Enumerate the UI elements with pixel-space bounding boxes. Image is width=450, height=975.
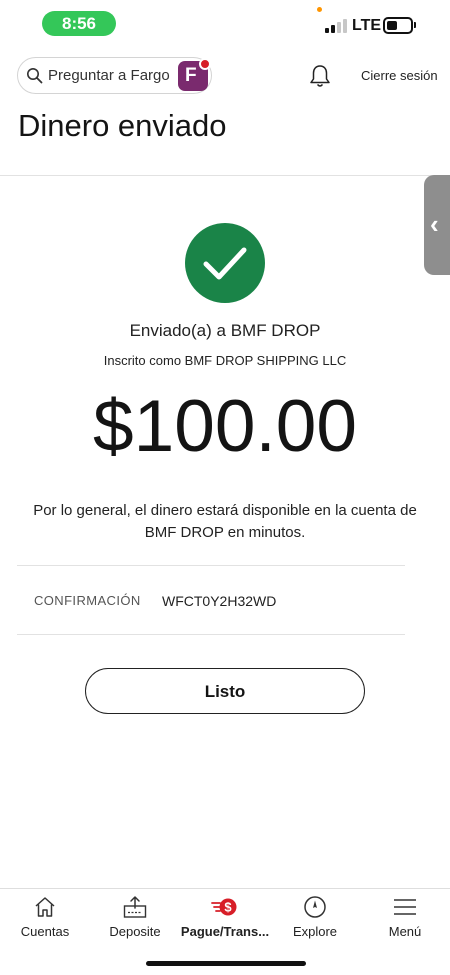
hamburger-menu-icon [394, 899, 416, 915]
chevron-left-icon: ‹ [430, 209, 439, 239]
status-time: 8:56 [42, 11, 116, 36]
deposit-icon [123, 896, 147, 918]
side-drawer-handle[interactable]: ‹ [424, 175, 450, 275]
success-check-icon [185, 223, 265, 303]
tab-menu[interactable]: Menú [360, 889, 450, 951]
fargo-assistant-icon[interactable]: F [178, 58, 211, 91]
status-bar: 8:56 LTE [0, 0, 450, 46]
home-icon [35, 897, 55, 917]
done-button[interactable]: Listo [85, 668, 365, 714]
cellular-signal-icon [325, 19, 347, 33]
page-title: Dinero enviado [18, 108, 227, 143]
enrolled-name-line: Inscrito como BMF DROP SHIPPING LLC [103, 353, 347, 368]
home-indicator[interactable] [146, 961, 306, 966]
battery-icon [383, 17, 413, 34]
confirmation-number: WFCT0Y2H32WD [162, 593, 277, 609]
privacy-indicator-dot [317, 7, 322, 12]
recipient-line: Enviado(a) a BMF DROP [129, 321, 321, 340]
network-type: LTE [352, 17, 382, 34]
divider [17, 565, 405, 566]
tab-label: Cuentas [20, 924, 70, 939]
notification-dot [199, 58, 211, 70]
tab-explore[interactable]: Explore [270, 889, 360, 951]
search-icon [27, 68, 43, 84]
bell-icon[interactable] [308, 63, 332, 89]
svg-text:$: $ [224, 900, 232, 915]
availability-notice: Por lo general, el dinero estará disponi… [33, 502, 417, 541]
tab-accounts[interactable]: Cuentas [0, 889, 90, 951]
tab-label: Menú [388, 924, 422, 939]
tab-pay-transfer[interactable]: $ Pague/Trans... [180, 889, 270, 951]
logout-link[interactable]: Cierre sesión [361, 68, 438, 83]
battery-nub [414, 22, 416, 28]
divider [17, 634, 405, 635]
confirmation-label: CONFIRMACIÓN [34, 593, 141, 608]
tab-label: Deposite [109, 924, 161, 939]
search-placeholder: Preguntar a Fargo [48, 67, 170, 84]
tab-deposit[interactable]: Deposite [90, 889, 180, 951]
amount-sent: $100.00 [93, 386, 357, 467]
pay-transfer-icon: $ [211, 898, 237, 916]
compass-icon [304, 896, 326, 918]
tab-label: Explore [292, 924, 338, 939]
header-divider [0, 175, 450, 176]
tab-label: Pague/Trans... [180, 924, 270, 939]
